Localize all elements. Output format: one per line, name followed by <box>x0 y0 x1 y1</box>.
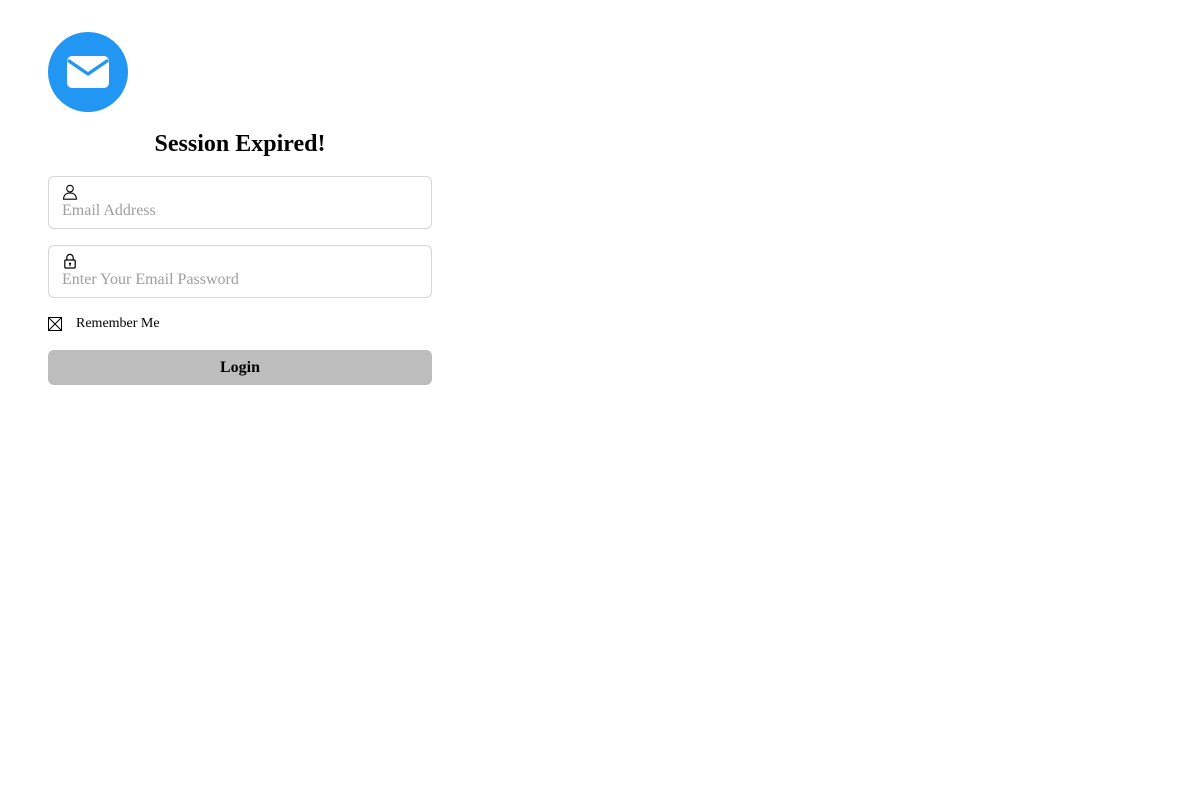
password-input[interactable] <box>62 270 418 290</box>
password-field[interactable] <box>48 245 432 298</box>
user-icon <box>62 184 78 200</box>
lock-icon <box>64 253 76 269</box>
login-panel: Session Expired! Remember Me <box>48 32 432 385</box>
login-button[interactable]: Login <box>48 350 432 385</box>
mail-logo <box>48 32 128 112</box>
remember-me-checkbox[interactable] <box>48 317 62 331</box>
remember-me-label[interactable]: Remember Me <box>76 316 160 332</box>
remember-me-row[interactable]: Remember Me <box>48 316 432 332</box>
email-input[interactable] <box>62 201 418 221</box>
envelope-icon <box>67 56 109 88</box>
page-title: Session Expired! <box>154 131 326 157</box>
page: Session Expired! Remember Me <box>0 0 1200 800</box>
email-field[interactable] <box>48 176 432 229</box>
